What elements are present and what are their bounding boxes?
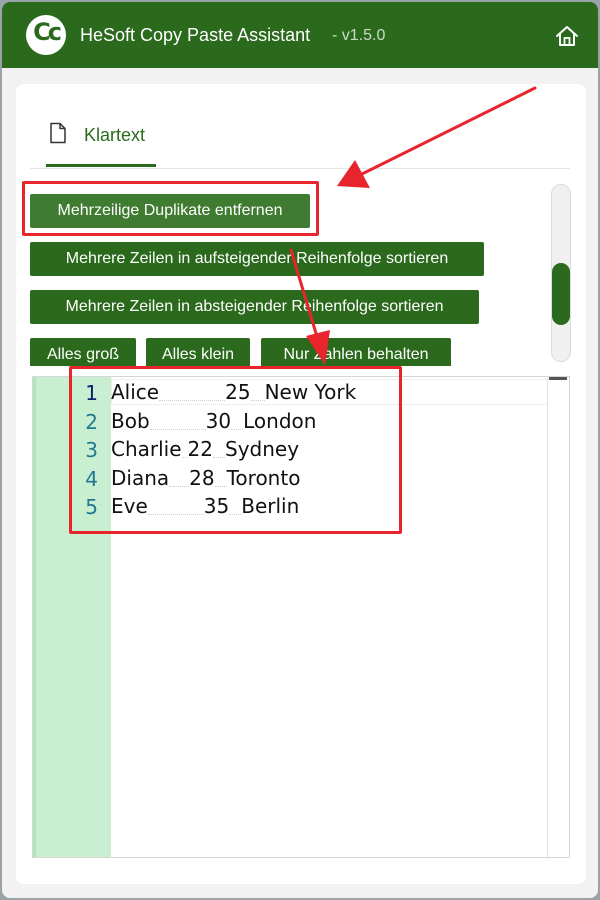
cell-city: Berlin [241,494,300,518]
text-editor[interactable]: 1 2 3 4 5 Alice 25 New York Bob 30 London Ch… [32,376,570,858]
cell-name: Charlie [111,437,182,461]
line-number: 1 [85,381,98,405]
button-area-scrollbar[interactable] [551,184,571,362]
main-panel: Klartext Mehrzeilige Duplikate entfernen… [16,84,586,884]
document-icon [50,122,66,144]
cell-name: Diana [111,466,170,490]
line-number: 3 [85,438,98,462]
cell-age: 30 [205,409,232,433]
editor-scrollbar[interactable] [547,377,569,857]
text-line: Eve 35 Berlin [111,492,299,520]
app-version: - v1.5.0 [332,27,386,44]
overview-ruler [549,377,567,380]
line-number-gutter: 1 2 3 4 5 [33,377,111,857]
action-button-area: Mehrzeilige Duplikate entfernen Mehrere … [16,180,556,366]
text-line: Diana 28 Toronto [111,464,300,492]
text-line: Bob 30 London [111,407,316,435]
cell-city: London [243,409,317,433]
tab-label: Klartext [84,125,146,145]
cell-name: Eve [111,494,148,518]
lowercase-button[interactable]: Alles klein [146,338,250,366]
cell-city: New York [264,380,357,404]
cell-city: Sydney [225,437,300,461]
cell-name: Bob [111,409,150,433]
tab-klartext[interactable]: Klartext [46,114,156,167]
cell-age: 35 [203,494,230,518]
cell-age: 25 [225,380,251,404]
app-window: Cc HeSoft Copy Paste Assistant - v1.5.0 … [2,2,598,898]
app-title: HeSoft Copy Paste Assistant [80,25,311,45]
tab-whitespace [149,415,206,430]
tabs-divider [30,168,570,169]
keep-numbers-button[interactable]: Nur Zahlen behalten [261,338,451,366]
tab-whitespace [231,415,244,430]
uppercase-button[interactable]: Alles groß [30,338,136,366]
title-bar: Cc HeSoft Copy Paste Assistant - v1.5.0 [2,2,598,68]
line-number: 2 [85,410,98,434]
text-line: Alice 25 New York [111,378,356,406]
active-tab-indicator [46,164,156,167]
tab-whitespace [147,500,204,515]
tab-whitespace [159,386,226,401]
cell-name: Alice [111,380,160,404]
remove-duplicates-button[interactable]: Mehrzeilige Duplikate entfernen [30,194,310,228]
tab-whitespace [250,386,265,401]
home-button[interactable] [554,24,580,48]
text-line: Charlie 22 Sydney [111,435,299,463]
tab-whitespace [214,472,227,487]
home-icon [556,26,578,46]
cell-city: Toronto [226,466,301,490]
logo-text: Cc [33,18,62,46]
tab-whitespace [229,500,242,515]
cell-age: 22 [187,437,213,461]
cell-age: 28 [189,466,215,490]
scrollbar-thumb[interactable] [552,263,570,325]
line-number: 5 [85,495,98,519]
line-number: 4 [85,467,98,491]
tab-whitespace [169,472,190,487]
sort-descending-button[interactable]: Mehrere Zeilen in absteigender Reihenfol… [30,290,479,324]
app-logo-icon: Cc [26,15,66,55]
sort-ascending-button[interactable]: Mehrere Zeilen in aufsteigender Reihenfo… [30,242,484,276]
tab-whitespace [213,443,225,458]
